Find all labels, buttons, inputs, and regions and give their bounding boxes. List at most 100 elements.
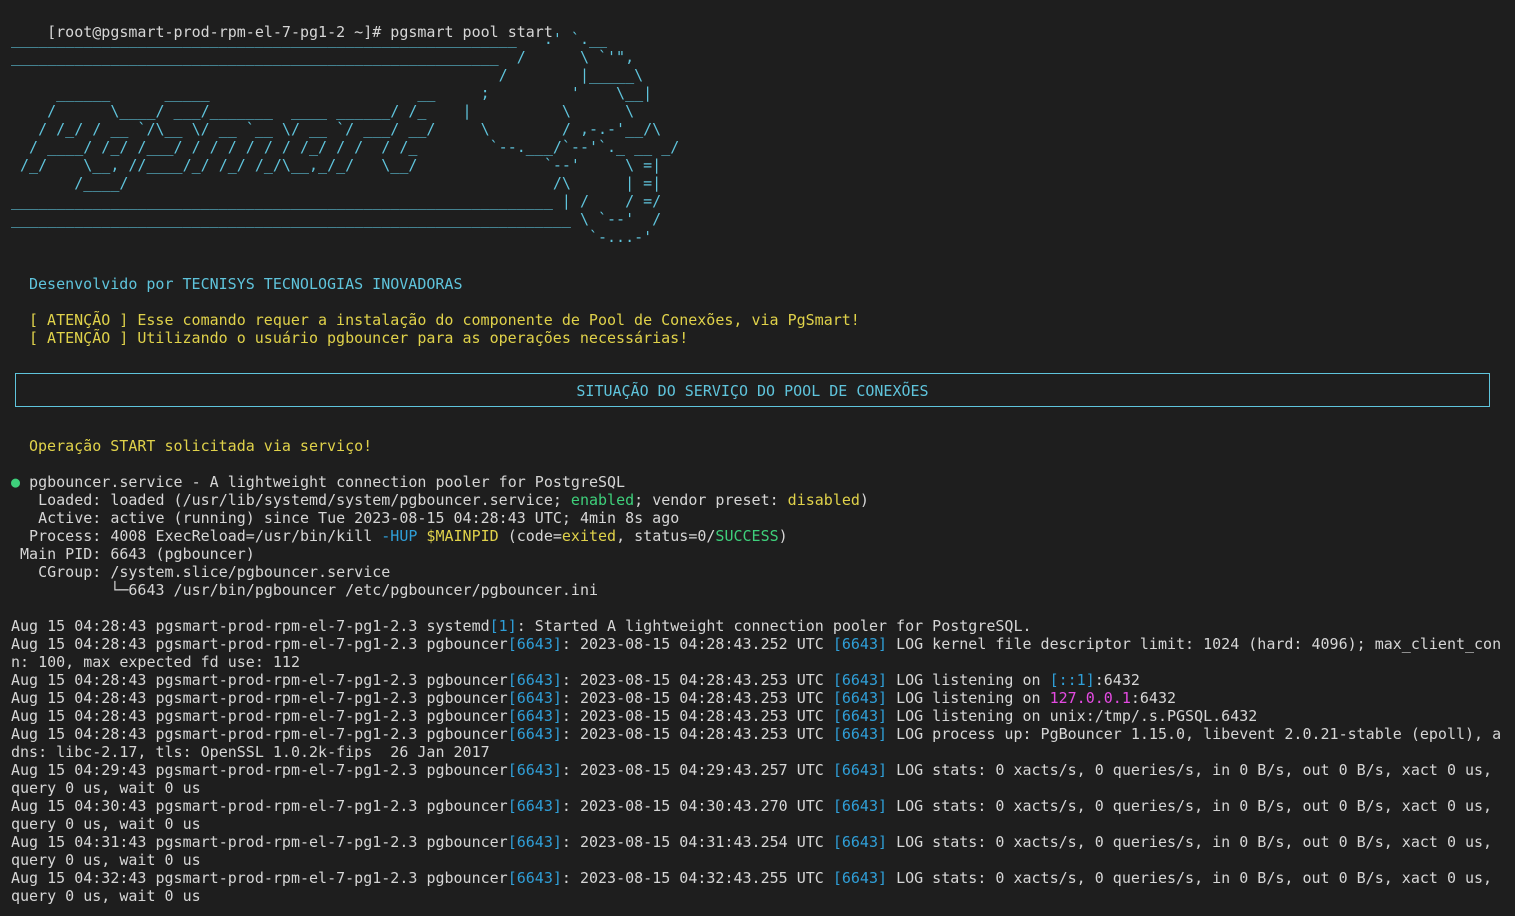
log-segment: 04:28:43 bbox=[74, 671, 147, 689]
log-line: Aug 15 04:28:43 pgsmart-prod-rpm-el-7-pg… bbox=[11, 689, 1177, 707]
log-line: Aug 15 04:31:43 pgsmart-prod-rpm-el-7-pg… bbox=[11, 833, 1493, 851]
process-mainpid-var: $MAINPID bbox=[426, 527, 499, 545]
log-segment: pgbouncer bbox=[426, 833, 508, 851]
log-segment: 2023-08-15 04:28:43.253 UTC bbox=[579, 725, 824, 743]
log-segment: LOG stats: 0 xacts/s, 0 queries/s, in 0 … bbox=[896, 761, 1493, 779]
log-segment: [6643] bbox=[832, 869, 888, 887]
log-segment: Aug 15 bbox=[11, 689, 75, 707]
log-segment: :6432 bbox=[1094, 671, 1140, 689]
log-segment: ; vendor preset: bbox=[634, 491, 788, 509]
service-cgroup-line: CGroup: /system.slice/pgbouncer.service bbox=[11, 563, 391, 581]
log-line-continuation: n: 100, max expected fd use: 112 bbox=[11, 653, 300, 671]
log-segment: 04:28:43 bbox=[74, 617, 147, 635]
log-segment: 04:28:43 bbox=[74, 689, 147, 707]
service-cgroup-child-line: └─6643 /usr/bin/pgbouncer /etc/pgbouncer… bbox=[11, 581, 598, 599]
log-segment: 2023-08-15 04:32:43.255 UTC bbox=[579, 869, 824, 887]
log-segment: Aug 15 bbox=[11, 725, 75, 743]
log-segment: [6643] bbox=[832, 689, 888, 707]
log-segment: [6643] bbox=[507, 833, 562, 851]
log-segment: pgsmart-prod-rpm-el-7-pg1-2.3 bbox=[155, 797, 418, 815]
log-segment: LOG listening on bbox=[896, 671, 1050, 689]
log-segment: 04:31:43 bbox=[74, 833, 147, 851]
log-line-continuation: query 0 us, wait 0 us bbox=[11, 815, 201, 833]
log-segment: [6643] bbox=[832, 725, 888, 743]
log-segment: LOG process up: PgBouncer 1.15.0, libeve… bbox=[896, 725, 1502, 743]
log-segment: LOG kernel file descriptor limit: 1024 (… bbox=[896, 635, 1502, 653]
log-segment: pgbouncer bbox=[426, 635, 508, 653]
log-segment: : Started A lightweight connection poole… bbox=[516, 617, 1032, 635]
log-segment: , status=0/ bbox=[616, 527, 716, 545]
process-exited: exited bbox=[561, 527, 617, 545]
log-segment: Aug 15 bbox=[11, 617, 75, 635]
log-line: Aug 15 04:32:43 pgsmart-prod-rpm-el-7-pg… bbox=[11, 869, 1493, 887]
ipv4-address: 127.0.0.1 bbox=[1049, 689, 1131, 707]
vendor-preset-disabled: disabled bbox=[787, 491, 860, 509]
service-loaded-line: Loaded: loaded (/usr/lib/systemd/system/… bbox=[11, 491, 869, 509]
shell-prompt: [root@pgsmart-prod-rpm-el-7-pg1-2 ~]# pg… bbox=[11, 5, 553, 41]
log-segment: 04:29:43 bbox=[74, 761, 147, 779]
log-segment: pgsmart-prod-rpm-el-7-pg1-2.3 bbox=[155, 617, 418, 635]
log-segment: pgsmart-prod-rpm-el-7-pg1-2.3 bbox=[155, 707, 418, 725]
log-segment: [1] bbox=[489, 617, 517, 635]
log-segment: Loaded: loaded (/usr/lib/systemd/system/… bbox=[11, 491, 571, 509]
log-segment: [6643] bbox=[832, 671, 888, 689]
service-status-title: SITUAÇÃO DO SERVIÇO DO POOL DE CONEXÕES bbox=[576, 382, 929, 400]
log-segment: [6643] bbox=[832, 635, 888, 653]
log-segment: [6643] bbox=[507, 707, 562, 725]
log-segment: :6432 bbox=[1130, 689, 1177, 707]
log-segment: LOG stats: 0 xacts/s, 0 queries/s, in 0 … bbox=[896, 797, 1493, 815]
log-line: Aug 15 04:29:43 pgsmart-prod-rpm-el-7-pg… bbox=[11, 761, 1493, 779]
log-segment: Aug 15 bbox=[11, 635, 75, 653]
log-line: Aug 15 04:28:43 pgsmart-prod-rpm-el-7-pg… bbox=[11, 671, 1140, 689]
warning-line-2: [ ATENÇÃO ] Utilizando o usuário pgbounc… bbox=[29, 329, 689, 347]
log-segment: LOG listening on bbox=[896, 689, 1050, 707]
log-segment: [6643] bbox=[507, 725, 562, 743]
log-segment: 2023-08-15 04:30:43.270 UTC bbox=[579, 797, 824, 815]
log-segment: [6643] bbox=[832, 761, 888, 779]
log-line-continuation: dns: libc-2.17, tls: OpenSSL 1.0.2k-fips… bbox=[11, 743, 490, 761]
service-main-pid-line: Main PID: 6643 (pgbouncer) bbox=[11, 545, 255, 563]
log-segment: pgsmart-prod-rpm-el-7-pg1-2.3 bbox=[155, 725, 418, 743]
log-segment: 04:28:43 bbox=[74, 635, 147, 653]
log-line-continuation: query 0 us, wait 0 us bbox=[11, 779, 201, 797]
log-segment: [6643] bbox=[507, 869, 562, 887]
process-hup-flag: -HUP bbox=[381, 527, 418, 545]
log-segment: pgsmart-prod-rpm-el-7-pg1-2.3 bbox=[155, 761, 418, 779]
log-segment: 2023-08-15 04:28:43.253 UTC bbox=[579, 707, 824, 725]
log-segment: 04:30:43 bbox=[74, 797, 147, 815]
log-line: Aug 15 04:28:43 pgsmart-prod-rpm-el-7-pg… bbox=[11, 725, 1502, 743]
log-segment: (code= bbox=[498, 527, 562, 545]
log-line-continuation: query 0 us, wait 0 us bbox=[11, 851, 201, 869]
log-segment: Process: 4008 ExecReload=/usr/bin/kill bbox=[11, 527, 382, 545]
log-segment: [6643] bbox=[507, 761, 562, 779]
log-segment: [6643] bbox=[832, 707, 888, 725]
terminal-window[interactable]: [root@pgsmart-prod-rpm-el-7-pg1-2 ~]# pg… bbox=[0, 0, 1515, 916]
service-status-box: SITUAÇÃO DO SERVIÇO DO POOL DE CONEXÕES bbox=[15, 373, 1490, 407]
pgsmart-ascii-logo: ________________________________________… bbox=[11, 30, 680, 246]
service-name-line: ● pgbouncer.service - A lightweight conn… bbox=[11, 473, 625, 491]
warning-line-1: [ ATENÇÃO ] Esse comando requer a instal… bbox=[29, 311, 860, 329]
log-segment: pgbouncer bbox=[426, 689, 508, 707]
log-segment: Aug 15 bbox=[11, 761, 75, 779]
log-segment: 2023-08-15 04:29:43.257 UTC bbox=[579, 761, 824, 779]
log-segment: 04:32:43 bbox=[74, 869, 147, 887]
log-segment: [6643] bbox=[507, 635, 562, 653]
log-segment: [6643] bbox=[507, 671, 562, 689]
service-active-line: Active: active (running) since Tue 2023-… bbox=[11, 509, 680, 527]
log-segment: 2023-08-15 04:28:43.252 UTC bbox=[579, 635, 824, 653]
log-line-continuation: query 0 us, wait 0 us bbox=[11, 887, 201, 905]
log-segment: Aug 15 bbox=[11, 833, 75, 851]
log-segment: pgbouncer bbox=[426, 707, 508, 725]
log-segment: LOG stats: 0 xacts/s, 0 queries/s, in 0 … bbox=[896, 833, 1493, 851]
service-name: pgbouncer.service - A lightweight connec… bbox=[29, 473, 626, 491]
log-segment: pgbouncer bbox=[426, 869, 508, 887]
log-segment: LOG listening on unix:/tmp/.s.PGSQL.6432 bbox=[896, 707, 1258, 725]
loaded-enabled: enabled bbox=[570, 491, 635, 509]
log-segment: ) bbox=[778, 527, 788, 545]
ipv6-address: [::1] bbox=[1049, 671, 1095, 689]
service-process-line: Process: 4008 ExecReload=/usr/bin/kill -… bbox=[11, 527, 788, 545]
log-segment: pgbouncer bbox=[426, 725, 508, 743]
log-segment: Aug 15 bbox=[11, 707, 75, 725]
log-segment: Aug 15 bbox=[11, 869, 75, 887]
log-segment: [6643] bbox=[832, 797, 888, 815]
